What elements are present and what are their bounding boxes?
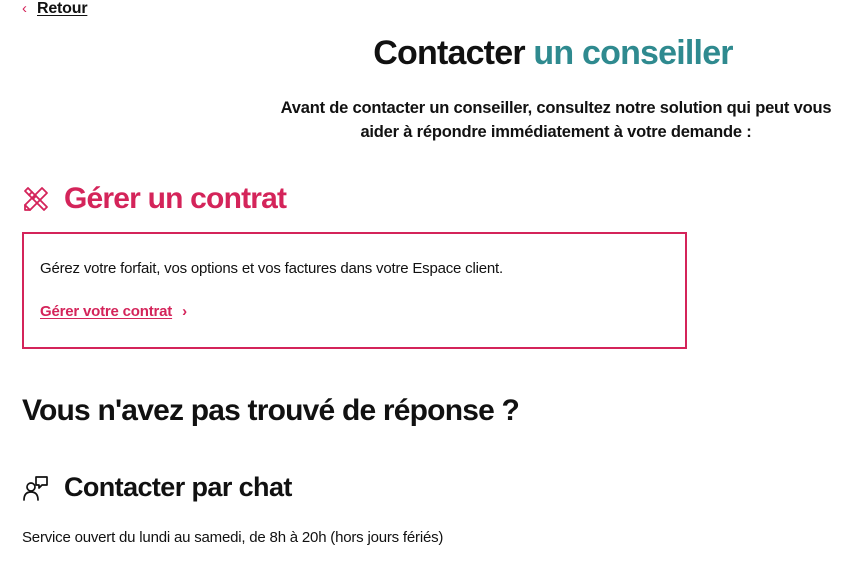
manage-contract-description: Gérez votre forfait, vos options et vos … <box>40 260 503 277</box>
page-title-main: Contacter <box>373 34 525 72</box>
chat-section-header: Contacter par chat <box>22 472 292 503</box>
manage-contract-card: Gérez votre forfait, vos options et vos … <box>22 232 687 349</box>
intro-line-1: Avant de contacter un conseiller, consul… <box>280 99 832 117</box>
back-link[interactable]: ‹ Retour <box>22 0 88 18</box>
manage-contract-heading: Gérer un contrat <box>64 182 287 215</box>
page-title-accent: un conseiller <box>533 34 733 72</box>
manage-contract-link[interactable]: Gérer votre contrat › <box>40 303 187 320</box>
chat-service-hours: Service ouvert du lundi au samedi, de 8h… <box>22 529 444 546</box>
back-link-label: Retour <box>37 0 88 17</box>
page-title: Contacter un conseiller <box>0 34 863 73</box>
manage-contract-header: Gérer un contrat <box>22 182 287 216</box>
chat-heading: Contacter par chat <box>64 472 292 502</box>
no-answer-heading: Vous n'avez pas trouvé de réponse ? <box>22 394 520 427</box>
intro-line-2: aider à répondre immédiatement à votre d… <box>360 123 752 141</box>
tools-icon <box>24 187 48 211</box>
page: ‹ Retour Contacter un conseiller Avant d… <box>0 0 863 563</box>
chat-icon <box>23 475 48 501</box>
chevron-left-icon: ‹ <box>22 0 27 17</box>
manage-contract-link-label: Gérer votre contrat <box>40 303 173 320</box>
intro-text: Avant de contacter un conseiller, consul… <box>256 96 856 144</box>
chevron-right-icon: › <box>182 303 188 320</box>
